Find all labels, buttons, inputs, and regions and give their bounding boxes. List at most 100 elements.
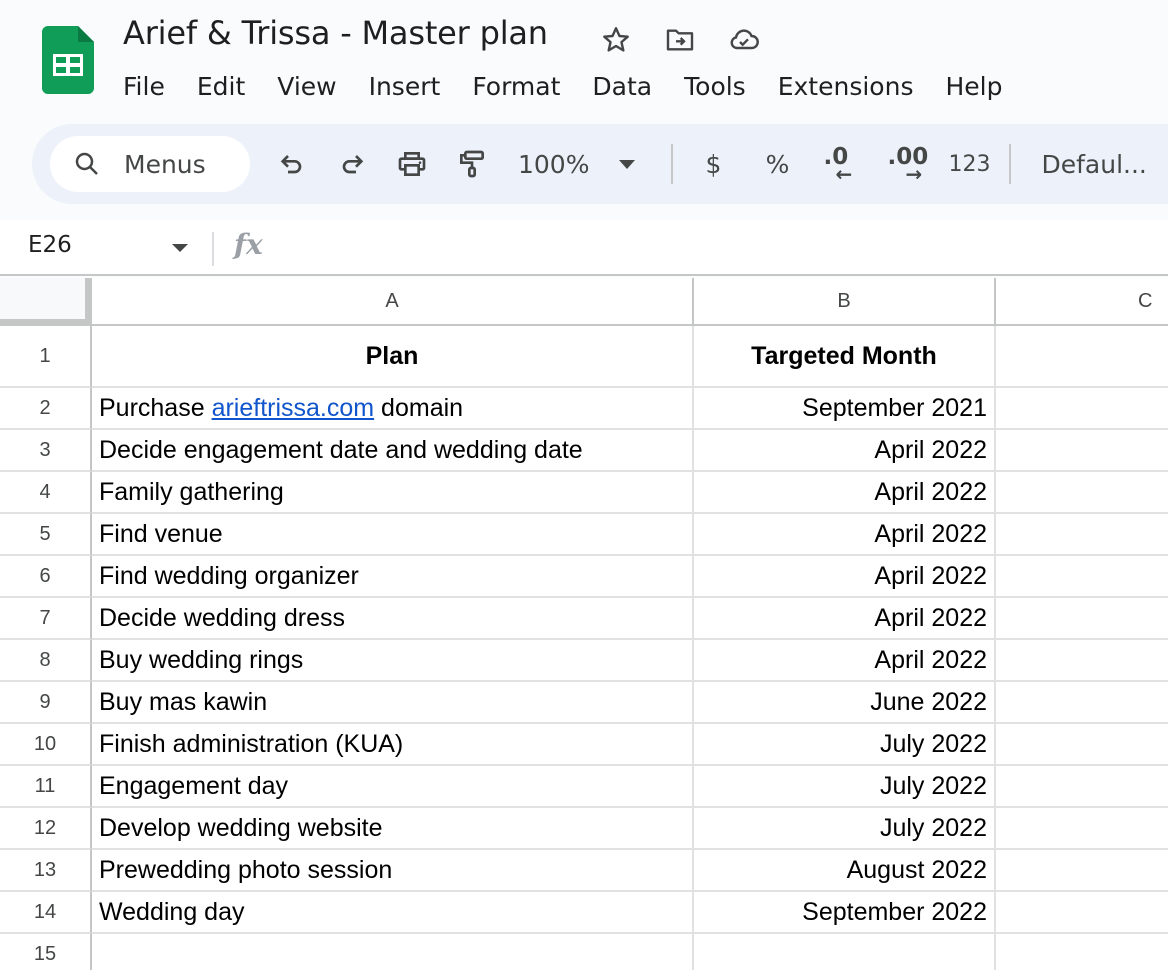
cell-b9[interactable]: June 2022 — [694, 682, 996, 724]
zoom-select[interactable]: 100% — [502, 140, 663, 188]
cell-a12[interactable]: Develop wedding website — [92, 808, 694, 850]
name-box[interactable]: E26 — [28, 232, 72, 258]
cell-b8[interactable]: April 2022 — [694, 640, 996, 682]
more-formats-button[interactable]: 123 — [937, 140, 1001, 188]
row-header[interactable]: 10 — [0, 724, 92, 766]
increase-decimal-button[interactable]: .00 → — [873, 140, 937, 188]
move-to-folder-icon[interactable] — [662, 22, 698, 58]
row-header[interactable]: 12 — [0, 808, 92, 850]
menu-edit[interactable]: Edit — [181, 72, 261, 101]
cell-c2[interactable] — [996, 388, 1168, 430]
menu-extensions[interactable]: Extensions — [762, 72, 930, 101]
column-header-c[interactable]: C — [996, 278, 1168, 326]
row-header[interactable]: 13 — [0, 850, 92, 892]
cell-c7[interactable] — [996, 598, 1168, 640]
cell-a8[interactable]: Buy wedding rings — [92, 640, 694, 682]
cell-c3[interactable] — [996, 430, 1168, 472]
row-header[interactable]: 11 — [0, 766, 92, 808]
row-header[interactable]: 7 — [0, 598, 92, 640]
cell-a5[interactable]: Find venue — [92, 514, 694, 556]
menu-insert[interactable]: Insert — [353, 72, 457, 101]
sheets-logo-icon[interactable] — [42, 26, 94, 94]
row-header[interactable]: 1 — [0, 326, 92, 388]
cell-b10[interactable]: July 2022 — [694, 724, 996, 766]
cell-c13[interactable] — [996, 850, 1168, 892]
column-header-c-label: C — [1138, 289, 1153, 312]
row-header[interactable]: 8 — [0, 640, 92, 682]
cell-b5[interactable]: April 2022 — [694, 514, 996, 556]
cell-a11[interactable]: Engagement day — [92, 766, 694, 808]
row-header[interactable]: 2 — [0, 388, 92, 430]
paint-format-button[interactable] — [442, 140, 502, 188]
cell-a6[interactable]: Find wedding organizer — [92, 556, 694, 598]
select-all-corner[interactable] — [0, 278, 92, 326]
format-currency-button[interactable]: $ — [681, 140, 745, 188]
search-menus-button[interactable]: Menus — [50, 136, 250, 192]
print-button[interactable] — [382, 140, 442, 188]
search-menus-label: Menus — [124, 149, 206, 179]
menu-data[interactable]: Data — [576, 72, 668, 101]
row-header[interactable]: 15 — [0, 934, 92, 970]
cell-b7[interactable]: April 2022 — [694, 598, 996, 640]
cell-b1[interactable]: Targeted Month — [694, 326, 996, 388]
cell-c12[interactable] — [996, 808, 1168, 850]
zoom-value: 100% — [518, 149, 590, 179]
cell-a1[interactable]: Plan — [92, 326, 694, 388]
cell-c8[interactable] — [996, 640, 1168, 682]
cell-b11[interactable]: July 2022 — [694, 766, 996, 808]
chevron-down-icon[interactable] — [172, 244, 188, 252]
cell-a15[interactable] — [92, 934, 694, 970]
cell-c9[interactable] — [996, 682, 1168, 724]
menu-tools[interactable]: Tools — [668, 72, 762, 101]
column-header-b[interactable]: B — [694, 278, 996, 326]
row-header[interactable]: 6 — [0, 556, 92, 598]
decrease-decimal-button[interactable]: .0 ← — [809, 140, 873, 188]
paint-format-icon — [460, 150, 484, 178]
menu-view[interactable]: View — [261, 72, 352, 101]
cell-a4[interactable]: Family gathering — [92, 472, 694, 514]
cell-b12[interactable]: July 2022 — [694, 808, 996, 850]
cell-a10[interactable]: Finish administration (KUA) — [92, 724, 694, 766]
formula-input[interactable] — [280, 228, 1150, 268]
cell-c10[interactable] — [996, 724, 1168, 766]
cell-b15[interactable] — [694, 934, 996, 970]
cell-a3[interactable]: Decide engagement date and wedding date — [92, 430, 694, 472]
cell-b4[interactable]: April 2022 — [694, 472, 996, 514]
cell-a14[interactable]: Wedding day — [92, 892, 694, 934]
format-percent-button[interactable]: % — [745, 140, 809, 188]
cell-b6[interactable]: April 2022 — [694, 556, 996, 598]
cell-a2[interactable]: Purchase arieftrissa.com domain — [92, 388, 694, 430]
redo-button[interactable] — [322, 140, 382, 188]
menu-format[interactable]: Format — [456, 72, 576, 101]
cell-c15[interactable] — [996, 934, 1168, 970]
document-title[interactable]: Arief & Trissa - Master plan — [123, 14, 548, 52]
row-header[interactable]: 3 — [0, 430, 92, 472]
cloud-saved-icon[interactable] — [726, 22, 762, 58]
menu-help[interactable]: Help — [929, 72, 1018, 101]
fx-icon: fx — [234, 228, 263, 261]
cell-c5[interactable] — [996, 514, 1168, 556]
cell-c11[interactable] — [996, 766, 1168, 808]
cell-c4[interactable] — [996, 472, 1168, 514]
cell-b2[interactable]: September 2021 — [694, 388, 996, 430]
cell-c6[interactable] — [996, 556, 1168, 598]
cell-b13[interactable]: August 2022 — [694, 850, 996, 892]
font-family-select[interactable]: Defaul... — [1041, 140, 1146, 188]
row-header[interactable]: 9 — [0, 682, 92, 724]
cell-c14[interactable] — [996, 892, 1168, 934]
row-header[interactable]: 14 — [0, 892, 92, 934]
cell-c1[interactable] — [996, 326, 1168, 388]
cell-a13[interactable]: Prewedding photo session — [92, 850, 694, 892]
cell-text: domain — [374, 393, 464, 422]
row-header[interactable]: 4 — [0, 472, 92, 514]
domain-link[interactable]: arieftrissa.com — [212, 394, 375, 423]
cell-a7[interactable]: Decide wedding dress — [92, 598, 694, 640]
row-header[interactable]: 5 — [0, 514, 92, 556]
cell-b3[interactable]: April 2022 — [694, 430, 996, 472]
cell-a9[interactable]: Buy mas kawin — [92, 682, 694, 724]
star-icon[interactable] — [598, 22, 634, 58]
undo-button[interactable] — [262, 140, 322, 188]
menu-file[interactable]: File — [107, 72, 181, 101]
column-header-a[interactable]: A — [92, 278, 694, 326]
cell-b14[interactable]: September 2022 — [694, 892, 996, 934]
